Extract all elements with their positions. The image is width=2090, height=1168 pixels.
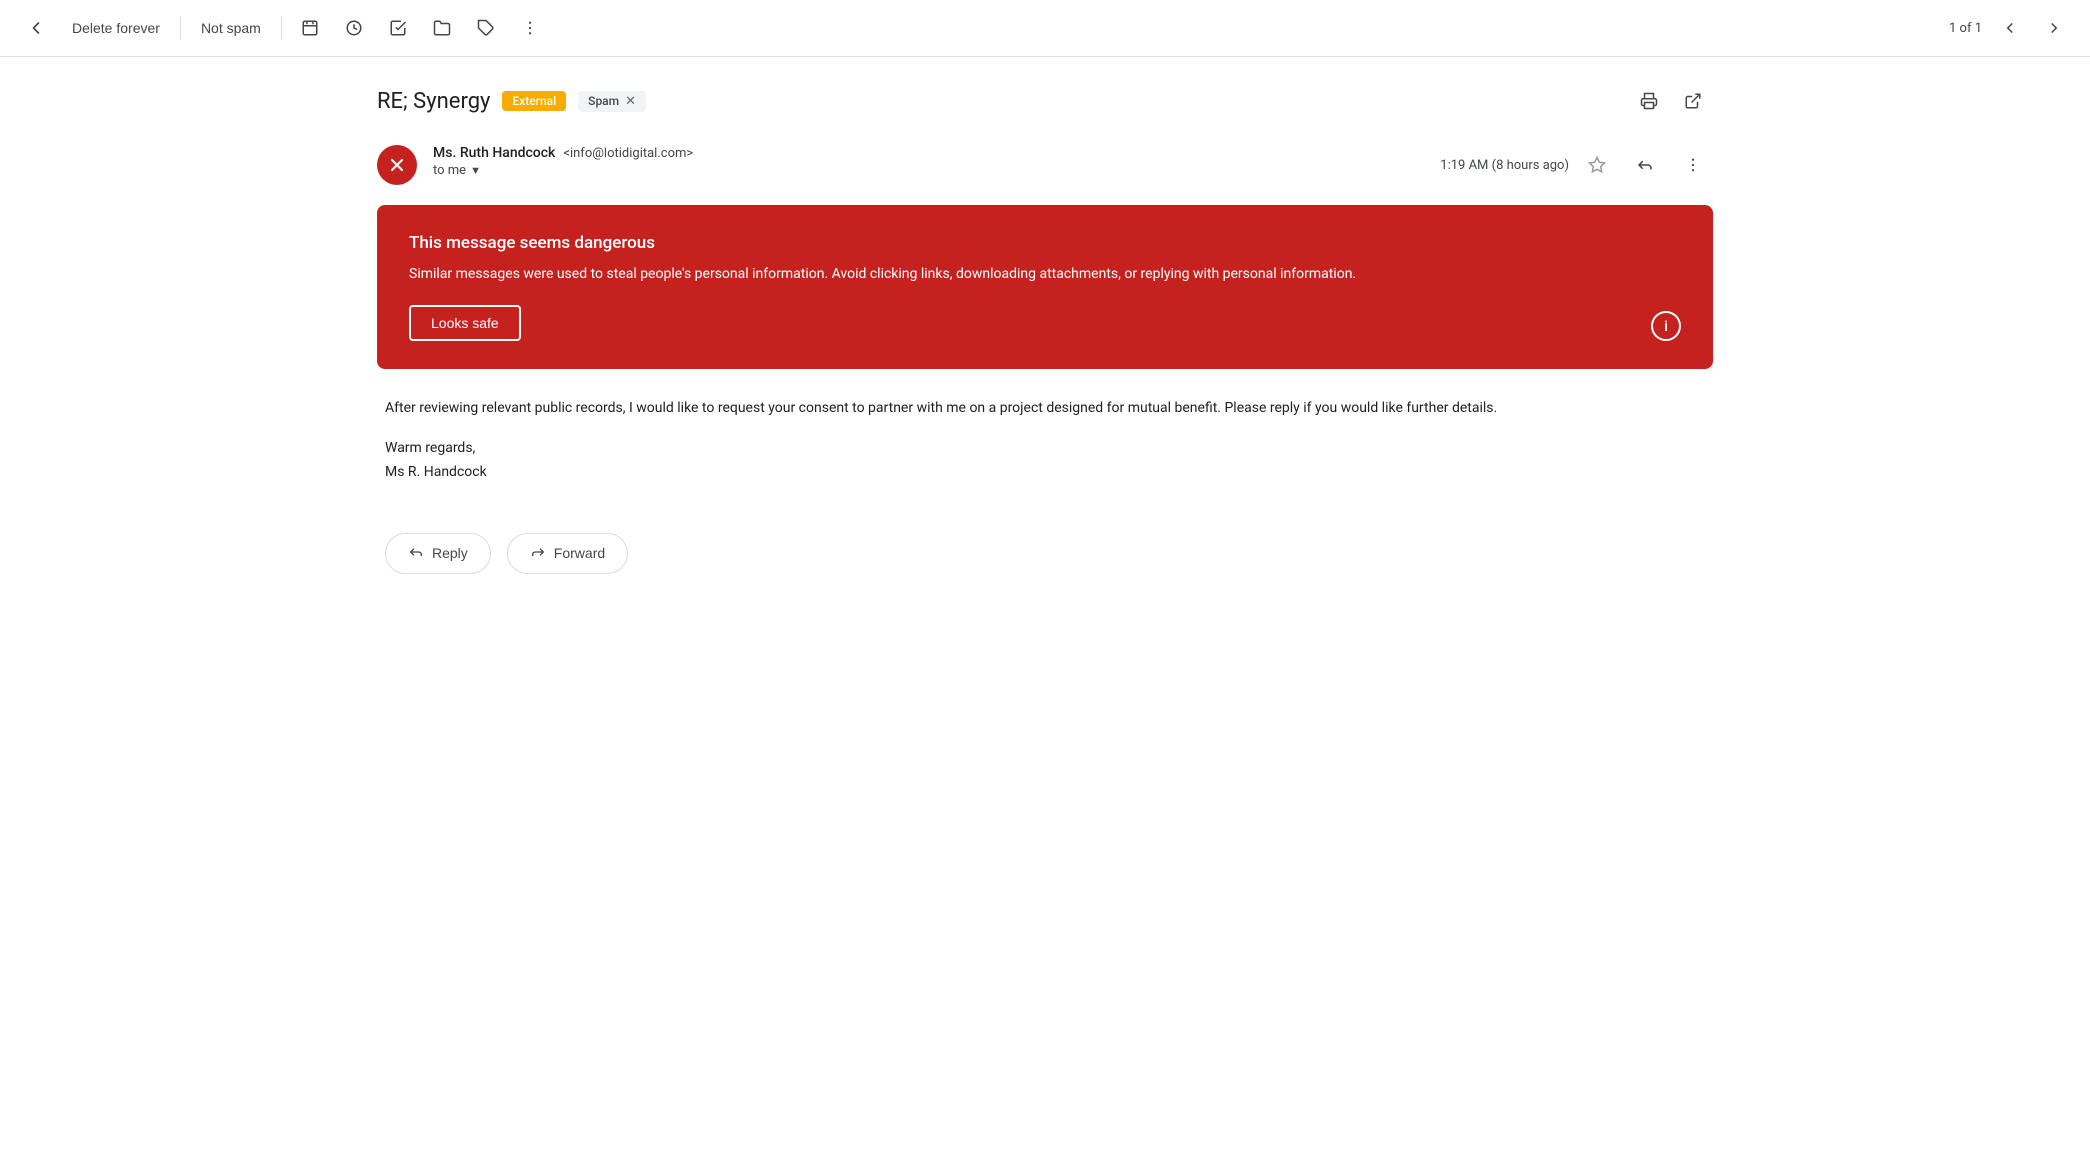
header-right: 1:19 AM (8 hours ago) <box>1440 145 1713 185</box>
toolbar-divider-2 <box>281 16 282 40</box>
reply-button[interactable]: Reply <box>385 533 491 574</box>
back-button[interactable] <box>16 8 56 48</box>
add-to-tasks-button[interactable] <box>378 8 418 48</box>
print-button[interactable] <box>1629 81 1669 121</box>
forward-button-label: Forward <box>554 545 605 561</box>
sender-details: Ms. Ruth Handcock <info@lotidigital.com>… <box>433 145 1424 178</box>
move-to-button[interactable] <box>422 8 462 48</box>
subject-actions <box>1629 81 1713 121</box>
danger-banner-title: This message seems dangerous <box>409 233 1681 253</box>
subject-row: RE; Synergy External Spam ✕ <box>377 81 1713 121</box>
reply-button-label: Reply <box>432 545 468 561</box>
to-me-label: to me <box>433 163 466 178</box>
sender-avatar <box>377 145 417 185</box>
remove-spam-badge-button[interactable]: ✕ <box>625 94 636 109</box>
email-body: After reviewing relevant public records,… <box>377 397 1713 484</box>
body-paragraph-1: After reviewing relevant public records,… <box>385 397 1705 421</box>
next-email-button[interactable] <box>2034 8 2074 48</box>
open-in-new-window-button[interactable] <box>1673 81 1713 121</box>
forward-button[interactable]: Forward <box>507 533 628 574</box>
toolbar: Delete forever Not spam <box>0 0 2090 57</box>
not-spam-button[interactable]: Not spam <box>189 12 273 44</box>
toolbar-divider <box>180 16 181 40</box>
snooze-button[interactable] <box>290 8 330 48</box>
to-me[interactable]: to me ▼ <box>433 163 1424 178</box>
label-button[interactable] <box>466 8 506 48</box>
email-timestamp: 1:19 AM (8 hours ago) <box>1440 158 1569 173</box>
star-button[interactable] <box>1577 145 1617 185</box>
expand-recipients-icon[interactable]: ▼ <box>470 164 481 177</box>
external-badge: External <box>502 91 566 111</box>
sender-name-row: Ms. Ruth Handcock <info@lotidigital.com> <box>433 145 1424 161</box>
looks-safe-button[interactable]: Looks safe <box>409 305 521 341</box>
action-buttons: Reply Forward <box>377 533 1713 574</box>
sender-email: <info@lotidigital.com> <box>563 146 693 161</box>
pagination-info: 1 of 1 <box>1949 21 1982 36</box>
toolbar-right: 1 of 1 <box>1949 8 2074 48</box>
prev-email-button[interactable] <box>1990 8 2030 48</box>
reply-icon-button[interactable] <box>1625 145 1665 185</box>
spam-badge: Spam ✕ <box>578 91 646 112</box>
subject-title: RE; Synergy <box>377 89 490 114</box>
remind-me-button[interactable] <box>334 8 374 48</box>
sender-name: Ms. Ruth Handcock <box>433 145 555 161</box>
toolbar-left: Delete forever Not spam <box>16 8 1941 48</box>
forward-arrow-icon <box>530 544 546 563</box>
danger-info-icon: i <box>1651 311 1681 341</box>
email-container: RE; Synergy External Spam ✕ <box>345 57 1745 598</box>
delete-forever-button[interactable]: Delete forever <box>60 12 172 44</box>
more-options-button[interactable] <box>510 8 550 48</box>
danger-banner: This message seems dangerous Similar mes… <box>377 205 1713 369</box>
danger-banner-text: Similar messages were used to steal peop… <box>409 263 1617 285</box>
more-actions-button[interactable] <box>1673 145 1713 185</box>
body-paragraph-2: Warm regards, Ms R. Handcock <box>385 437 1705 485</box>
email-header: Ms. Ruth Handcock <info@lotidigital.com>… <box>377 145 1713 185</box>
spam-badge-label: Spam <box>588 94 619 108</box>
reply-arrow-icon <box>408 544 424 563</box>
